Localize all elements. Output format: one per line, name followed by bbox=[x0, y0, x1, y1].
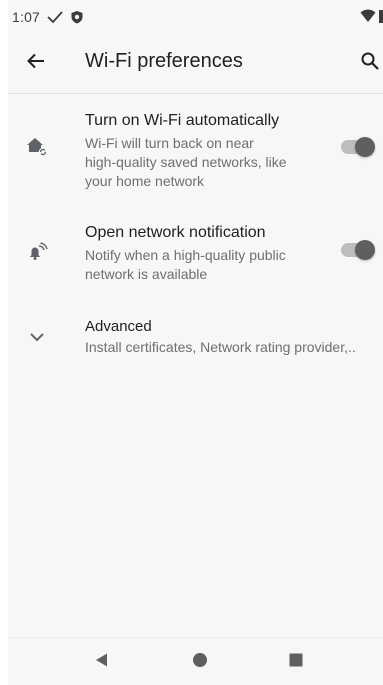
pref-summary-line: Notify when a high-quality public bbox=[85, 247, 286, 263]
app-bar: Wi-Fi preferences bbox=[8, 33, 383, 93]
status-right-icons bbox=[360, 9, 383, 26]
home-circle-icon bbox=[192, 652, 208, 673]
toggle-thumb bbox=[355, 240, 375, 260]
nav-back-button[interactable] bbox=[92, 652, 112, 672]
pref-summary: Wi-Fi will turn back on near high-qualit… bbox=[85, 134, 287, 191]
pref-summary-line: Install certificates, Network rating pro… bbox=[85, 339, 356, 355]
battery-icon bbox=[379, 9, 383, 26]
pref-title: Advanced bbox=[85, 318, 152, 335]
nav-home-button[interactable] bbox=[190, 652, 210, 672]
pref-advanced[interactable]: Advanced Install certificates, Network r… bbox=[8, 310, 383, 370]
pref-summary-line: Wi-Fi will turn back on near bbox=[85, 135, 254, 151]
recents-square-icon bbox=[288, 652, 304, 673]
pref-summary-line: high-quality saved networks, like bbox=[85, 154, 287, 170]
pref-summary: Notify when a high-quality public networ… bbox=[85, 246, 286, 284]
screen: 1:07 Wi-Fi preferences Turn on Wi-Fi aut… bbox=[8, 0, 383, 685]
pref-summary-line: your home network bbox=[85, 173, 205, 189]
pref-turn-on-wifi-automatically[interactable]: Turn on Wi-Fi automatically Wi-Fi will t… bbox=[8, 94, 383, 194]
home-auto-icon bbox=[25, 134, 49, 158]
system-nav-bar bbox=[8, 637, 383, 685]
nav-recents-button[interactable] bbox=[286, 652, 306, 672]
wifi-bell-icon bbox=[25, 239, 49, 263]
wifi-auto-toggle[interactable] bbox=[339, 135, 375, 159]
network-notification-toggle[interactable] bbox=[339, 238, 375, 262]
search-icon bbox=[360, 51, 380, 76]
toggle-thumb bbox=[355, 137, 375, 157]
pref-open-network-notification[interactable]: Open network notification Notify when a … bbox=[8, 212, 383, 292]
shield-icon bbox=[70, 10, 84, 24]
back-triangle-icon bbox=[94, 652, 110, 673]
check-icon bbox=[46, 10, 64, 24]
pref-title: Open network notification bbox=[85, 224, 266, 241]
page-title: Wi-Fi preferences bbox=[85, 50, 243, 72]
status-time: 1:07 bbox=[12, 8, 41, 25]
pref-title: Turn on Wi-Fi automatically bbox=[85, 112, 280, 129]
pref-summary-line: network is available bbox=[85, 266, 208, 282]
wifi-icon bbox=[360, 9, 376, 26]
status-bar: 1:07 bbox=[8, 0, 383, 33]
search-button[interactable] bbox=[358, 51, 382, 75]
pref-summary: Install certificates, Network rating pro… bbox=[85, 338, 356, 357]
arrow-back-icon bbox=[26, 51, 46, 76]
chevron-down-icon bbox=[25, 325, 49, 349]
back-button[interactable] bbox=[24, 51, 48, 75]
